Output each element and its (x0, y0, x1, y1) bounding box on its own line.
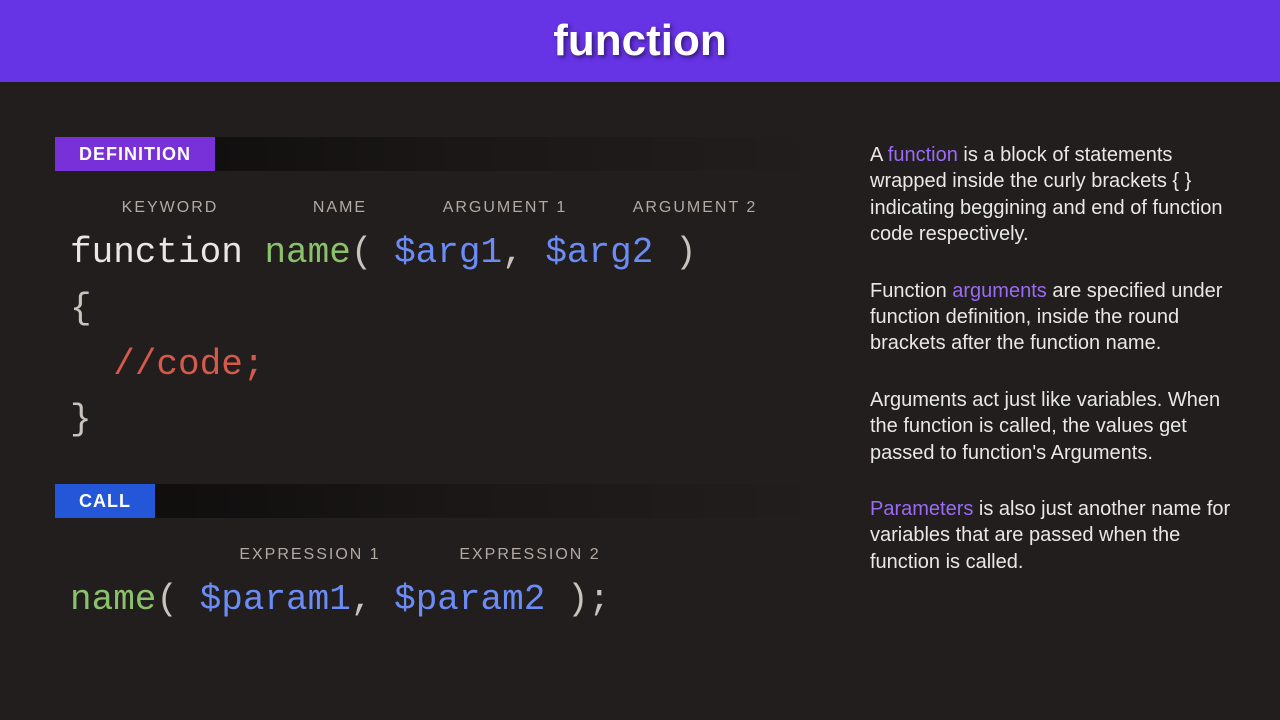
def-close-paren: ) (675, 232, 697, 273)
def-comment: //code; (113, 344, 264, 385)
desc-paragraph-4: Parameters is also just another name for… (870, 496, 1250, 575)
def-comment-line: //code; (70, 337, 870, 393)
desc-paragraph-2: Function arguments are specified under f… (870, 278, 1250, 357)
def-close-brace: } (70, 392, 870, 448)
header-banner: function (0, 0, 1280, 82)
def-name: name (264, 232, 350, 273)
content-area: DEFINITION KEYWORD NAME ARGUMENT 1 ARGUM… (0, 82, 1280, 628)
desc-p2-hl: arguments (952, 280, 1047, 302)
annotation-arg2: ARGUMENT 2 (600, 199, 790, 217)
def-arg2: $arg2 (545, 232, 653, 273)
definition-tag-row: DEFINITION (55, 137, 835, 171)
annotation-keyword: KEYWORD (70, 199, 270, 217)
annotation-expr1: EXPRESSION 1 (200, 546, 420, 564)
page-title: function (553, 16, 727, 66)
call-tag: CALL (55, 484, 155, 518)
def-open-paren: ( (351, 232, 373, 273)
annotation-expr2: EXPRESSION 2 (420, 546, 640, 564)
call-line-1: name( $param1, $param2 ); (70, 572, 870, 628)
definition-code: function name( $arg1, $arg2 ) { //code; … (55, 225, 870, 448)
desc-p2-a: Function (870, 280, 952, 302)
def-comma: , (502, 232, 524, 273)
call-close: ); (567, 579, 610, 620)
call-param2: $param2 (394, 579, 545, 620)
code-column: DEFINITION KEYWORD NAME ARGUMENT 1 ARGUM… (0, 137, 870, 628)
desc-paragraph-3: Arguments act just like variables. When … (870, 387, 1250, 466)
annotation-name: NAME (270, 199, 410, 217)
annotation-arg1: ARGUMENT 1 (410, 199, 600, 217)
desc-p4-hl: Parameters (870, 498, 973, 520)
def-line-1: function name( $arg1, $arg2 ) (70, 225, 870, 281)
definition-annotations: KEYWORD NAME ARGUMENT 1 ARGUMENT 2 (55, 199, 870, 217)
desc-paragraph-1: A function is a block of statements wrap… (870, 142, 1250, 248)
def-open-brace: { (70, 281, 870, 337)
call-tag-row: CALL (55, 484, 835, 518)
call-param1: $param1 (200, 579, 351, 620)
description-column: A function is a block of statements wrap… (870, 137, 1250, 628)
call-name: name (70, 579, 156, 620)
def-keyword: function (70, 232, 243, 273)
call-annotations: EXPRESSION 1 EXPRESSION 2 (55, 546, 870, 564)
desc-p1-a: A (870, 144, 888, 166)
definition-tag: DEFINITION (55, 137, 215, 171)
def-arg1: $arg1 (394, 232, 502, 273)
call-comma: , (351, 579, 373, 620)
call-open-paren: ( (156, 579, 178, 620)
call-code: name( $param1, $param2 ); (55, 572, 870, 628)
desc-p1-hl: function (888, 144, 958, 166)
